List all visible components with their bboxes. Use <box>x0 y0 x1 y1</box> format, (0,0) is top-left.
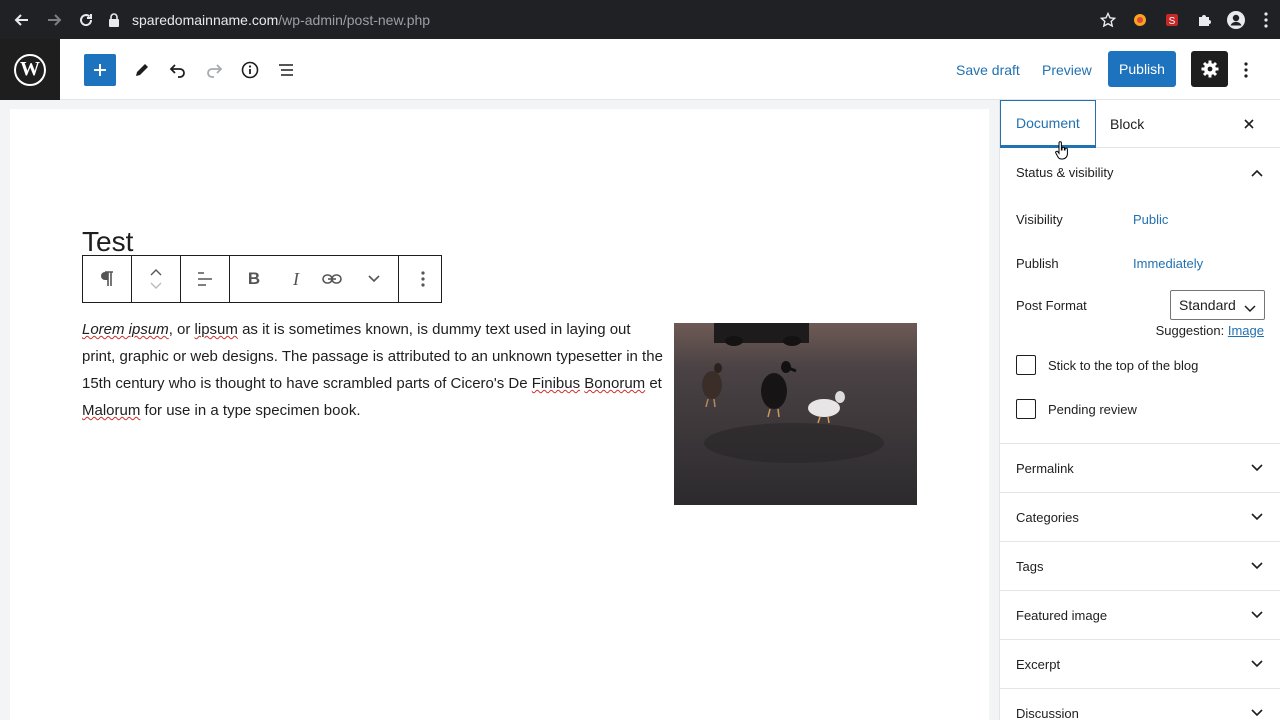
svg-text:S: S <box>1169 16 1176 27</box>
post-format-value: Standard <box>1179 297 1236 313</box>
lock-icon <box>108 13 120 27</box>
extensions-puzzle-icon[interactable] <box>1188 4 1220 36</box>
redo-icon <box>207 64 223 78</box>
post-format-select[interactable]: Standard <box>1170 290 1265 320</box>
align-left-icon[interactable] <box>181 256 229 302</box>
more-options-button[interactable] <box>1236 54 1256 86</box>
forward-icon[interactable] <box>39 5 69 35</box>
gear-icon <box>1201 60 1218 78</box>
outline-button[interactable] <box>270 54 302 86</box>
bookmark-star-icon[interactable] <box>1092 4 1124 36</box>
block-toolbar: B I <box>82 255 442 303</box>
preview-button[interactable]: Preview <box>1042 54 1092 86</box>
panel-excerpt[interactable]: Excerpt <box>1000 640 1280 689</box>
pending-review-label: Pending review <box>1048 402 1137 417</box>
close-icon <box>1244 119 1254 129</box>
info-icon <box>241 61 259 79</box>
pencil-icon <box>136 64 148 76</box>
back-icon[interactable] <box>7 5 37 35</box>
details-button[interactable] <box>234 54 266 86</box>
panel-title: Categories <box>1016 509 1079 525</box>
suggestion-link[interactable]: Image <box>1228 323 1264 338</box>
browser-menu-icon[interactable] <box>1252 4 1280 36</box>
tab-block[interactable]: Block <box>1095 100 1159 148</box>
panel-title: Featured image <box>1016 607 1108 623</box>
edit-tools-button[interactable] <box>126 54 158 86</box>
url-host: sparedomainname.com <box>132 12 279 28</box>
panel-title: Status & visibility <box>1016 165 1114 180</box>
close-sidebar-button[interactable] <box>1237 112 1261 136</box>
spellcheck-word: Malorum <box>82 402 141 419</box>
spellcheck-word: lipsum <box>194 321 238 338</box>
profile-icon[interactable] <box>1220 4 1252 36</box>
visibility-toggle[interactable]: Public <box>1133 212 1168 227</box>
list-view-icon <box>279 64 293 76</box>
post-title[interactable]: Test <box>82 226 133 258</box>
chevron-down-icon <box>1249 460 1265 476</box>
panel-title: Permalink <box>1016 460 1074 476</box>
hand-cursor-icon <box>1055 141 1068 160</box>
more-rich-text-chevron-down-icon[interactable] <box>350 256 398 302</box>
save-draft-button[interactable]: Save draft <box>956 54 1020 86</box>
link-icon[interactable] <box>314 256 350 302</box>
paragraph-block[interactable]: Lorem ipsum, or lipsum as it is sometime… <box>82 316 667 424</box>
publish-date-toggle[interactable]: Immediately <box>1133 256 1203 271</box>
sticky-checkbox[interactable] <box>1016 355 1036 375</box>
browser-toolbar: sparedomainname.com/wp-admin/post-new.ph… <box>0 0 1280 39</box>
url-path: /wp-admin/post-new.php <box>278 12 431 28</box>
panel-title: Excerpt <box>1016 656 1061 672</box>
format-suggestion: Suggestion: Image <box>1156 323 1264 338</box>
pending-review-checkbox[interactable] <box>1016 399 1036 419</box>
redo-button[interactable] <box>198 54 230 86</box>
settings-sidebar: Document Block Status & visibility Visib… <box>999 100 1280 720</box>
paragraph-text: for use in a type specimen book. <box>140 402 361 419</box>
paragraph-text: et <box>645 375 662 392</box>
move-up-down-icon[interactable] <box>132 256 180 302</box>
panel-permalink[interactable]: Permalink <box>1000 444 1280 493</box>
panel-featured-image[interactable]: Featured image <box>1000 591 1280 640</box>
plus-icon <box>94 64 106 76</box>
paragraph-block-icon[interactable] <box>83 256 131 302</box>
publish-label: Publish <box>1016 256 1059 271</box>
undo-button[interactable] <box>162 54 194 86</box>
suggestion-label: Suggestion: <box>1155 323 1225 338</box>
chevron-down-icon <box>1249 705 1265 720</box>
chevron-down-icon <box>1249 656 1265 672</box>
spellcheck-word: Finibus <box>531 375 581 392</box>
wordpress-logo-icon[interactable]: W <box>0 39 60 100</box>
undo-icon <box>169 64 185 78</box>
extension-red-icon[interactable]: S <box>1156 4 1188 36</box>
paragraph-text: , or <box>168 321 195 338</box>
panel-categories[interactable]: Categories <box>1000 493 1280 542</box>
spellcheck-word: Bonorum <box>584 375 646 392</box>
chevron-down-icon <box>1249 607 1265 623</box>
sticky-label: Stick to the top of the blog <box>1048 358 1199 373</box>
address-bar[interactable]: sparedomainname.com/wp-admin/post-new.ph… <box>108 5 1108 35</box>
status-visibility-toggle[interactable]: Status & visibility <box>1000 148 1280 197</box>
add-block-button[interactable] <box>84 54 116 86</box>
panel-tags[interactable]: Tags <box>1000 542 1280 591</box>
chevron-down-icon <box>1249 509 1265 525</box>
panel-title: Discussion <box>1016 705 1079 720</box>
publish-button[interactable]: Publish <box>1108 51 1176 87</box>
italic-icon[interactable]: I <box>278 256 314 302</box>
panel-title: Tags <box>1016 558 1044 574</box>
editor-header: W Save draft Preview Publish <box>0 39 1280 100</box>
ducks-photo[interactable] <box>674 323 917 505</box>
sidebar-tabs: Document Block <box>1000 100 1280 148</box>
extension-orange-icon[interactable] <box>1124 4 1156 36</box>
bold-icon[interactable]: B <box>230 256 278 302</box>
chevron-down-icon <box>1249 558 1265 574</box>
chevron-up-icon <box>1249 165 1265 181</box>
tab-document[interactable]: Document <box>1000 100 1096 148</box>
post-format-label: Post Format <box>1016 298 1087 313</box>
chevron-down-icon <box>1244 300 1256 316</box>
spellcheck-word: Lorem ipsum <box>82 321 169 338</box>
more-vertical-icon <box>1244 62 1248 78</box>
panel-discussion[interactable]: Discussion <box>1000 689 1280 720</box>
reload-icon[interactable] <box>71 5 101 35</box>
settings-button[interactable] <box>1191 51 1228 87</box>
visibility-label: Visibility <box>1016 212 1063 227</box>
block-options-icon[interactable] <box>399 256 447 302</box>
